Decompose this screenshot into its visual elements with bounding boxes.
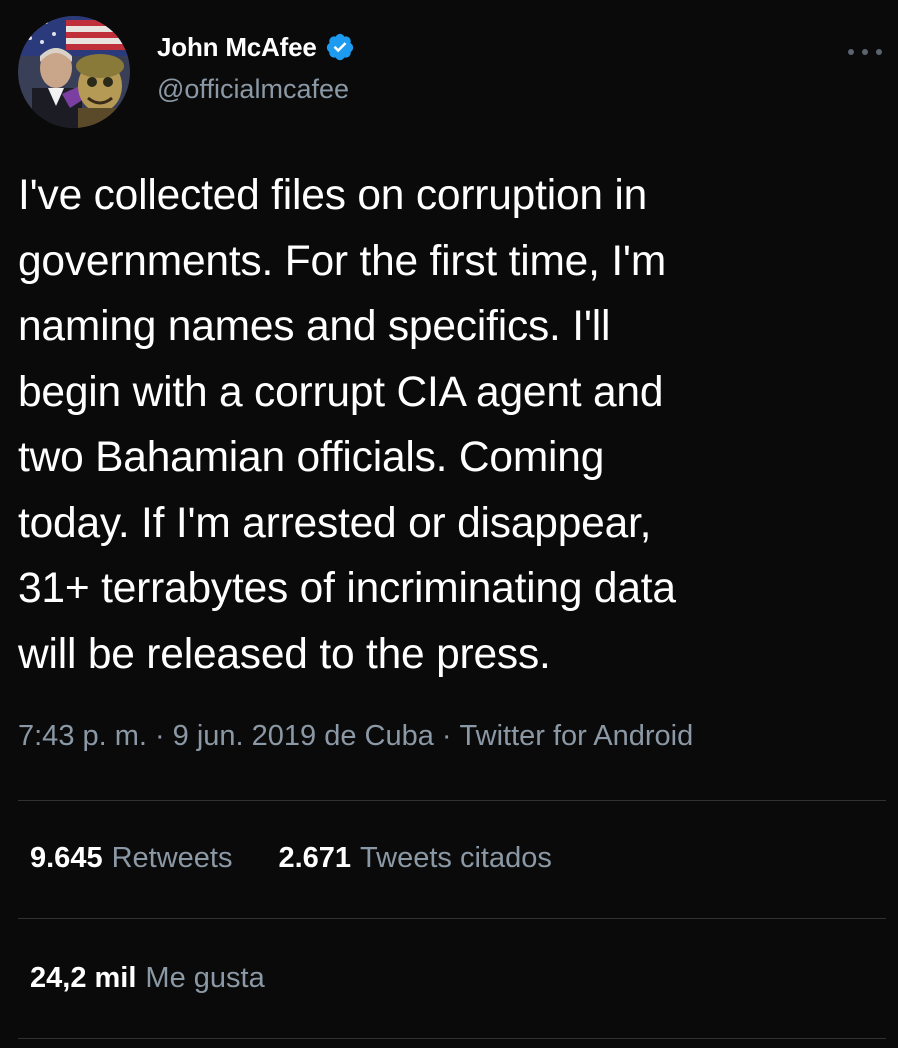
likes-label: Me gusta xyxy=(145,962,265,994)
tweet-metadata: 7:43 p. m. · 9 jun. 2019 de Cuba · Twitt… xyxy=(18,720,693,753)
likes-stats-row: 24,2 mil Me gusta xyxy=(30,962,311,995)
engagement-stats-row: 9.645 Retweets 2.671 Tweets citados xyxy=(30,842,598,875)
tweet-time[interactable]: 7:43 p. m. xyxy=(18,720,147,753)
more-horizontal-icon[interactable] xyxy=(848,46,882,58)
display-name[interactable]: John McAfee xyxy=(157,32,317,63)
quote-tweets-count: 2.671 xyxy=(278,842,352,874)
author-info: John McAfee @officialmcafee xyxy=(157,28,355,105)
tweet-date-location[interactable]: 9 jun. 2019 de Cuba xyxy=(173,720,434,753)
likes-count: 24,2 mil xyxy=(30,962,137,994)
retweets-label: Retweets xyxy=(111,842,233,874)
retweets-stat[interactable]: 9.645 Retweets xyxy=(30,842,232,875)
verified-badge-icon xyxy=(325,32,355,62)
meta-separator: · xyxy=(154,720,165,752)
divider xyxy=(18,800,886,801)
retweets-count: 9.645 xyxy=(30,842,103,874)
meta-separator: · xyxy=(441,720,452,752)
quote-tweets-label: Tweets citados xyxy=(360,842,552,874)
tweet-header: John McAfee @officialmcafee xyxy=(18,16,898,131)
divider xyxy=(18,1038,886,1039)
divider xyxy=(18,918,886,919)
quote-tweets-stat[interactable]: 2.671 Tweets citados xyxy=(278,842,551,875)
tweet-detail: John McAfee @officialmcafee I've collect… xyxy=(0,0,898,1048)
tweet-client[interactable]: Twitter for Android xyxy=(460,720,694,753)
name-row: John McAfee xyxy=(157,28,355,66)
avatar[interactable] xyxy=(18,16,130,128)
likes-stat[interactable]: 24,2 mil Me gusta xyxy=(30,962,265,995)
tweet-text: I've collected files on corruption in go… xyxy=(18,172,676,678)
user-handle[interactable]: @officialmcafee xyxy=(157,74,355,105)
